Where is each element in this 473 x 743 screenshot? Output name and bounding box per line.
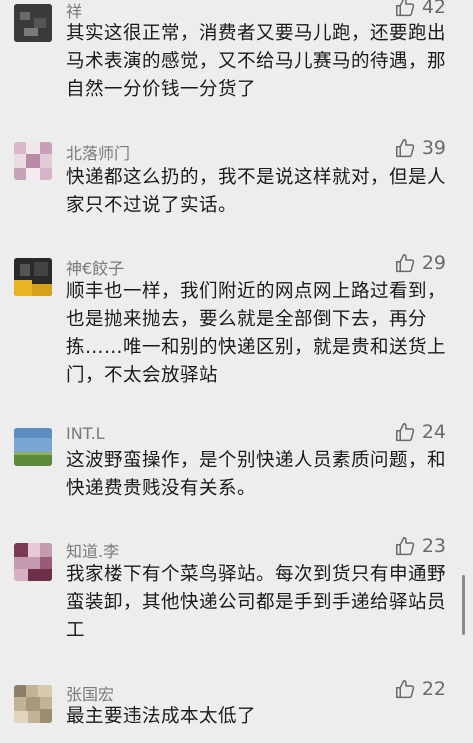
like-count: 39 [421, 137, 446, 159]
username[interactable]: 神€餃子 [66, 255, 124, 279]
thumbs-up-icon [395, 679, 415, 698]
thumbs-up-icon [395, 253, 415, 272]
avatar[interactable] [14, 543, 52, 581]
avatar[interactable] [14, 258, 52, 296]
avatar[interactable] [14, 428, 52, 466]
thumbs-up-icon [395, 0, 415, 16]
like-count: 22 [421, 678, 446, 700]
username[interactable]: 张国宏 [66, 681, 114, 705]
comment-text: 最主要违法成本太低了 [66, 706, 257, 727]
thumbs-up-icon [395, 536, 415, 555]
comment-text: 其实这很正常，消费者又要马儿跑，还要跑出马术表演的感觉，又不给马儿赛马的待遇，那… [66, 23, 447, 100]
like-button[interactable]: 24 [395, 421, 446, 443]
like-count: 29 [421, 252, 446, 274]
comment-text: 顺丰也一样，我们附近的网点网上路过看到，也是抛来抛去，要么就是全部倒下去，再分拣… [66, 281, 447, 386]
comment-text: 快递都这么扔的，我不是说这样就对，但是人家只不过说了实话。 [66, 167, 447, 216]
like-count: 24 [421, 421, 446, 443]
like-button[interactable]: 42 [395, 0, 446, 18]
thumbs-up-icon [395, 422, 415, 441]
username[interactable]: INT.L [66, 424, 105, 443]
username[interactable]: 北落师门 [66, 140, 130, 164]
avatar[interactable] [14, 142, 52, 180]
like-button[interactable]: 39 [395, 137, 446, 159]
scrollbar[interactable] [462, 575, 465, 635]
avatar[interactable] [14, 4, 52, 42]
like-button[interactable]: 23 [395, 535, 446, 557]
comment-text: 这波野蛮操作，是个别快递人员素质问题，和快递费贵贱没有关系。 [66, 450, 447, 499]
comment-text: 我家楼下有个菜鸟驿站。每次到货只有申通野蛮装卸，其他快递公司都是手到手递给驿站员… [66, 564, 447, 641]
avatar[interactable] [14, 685, 52, 723]
like-button[interactable]: 29 [395, 252, 446, 274]
username[interactable]: 祥 [66, 0, 82, 22]
like-count: 23 [421, 535, 446, 557]
like-button[interactable]: 22 [395, 678, 446, 700]
like-count: 42 [421, 0, 446, 18]
thumbs-up-icon [395, 138, 415, 157]
username[interactable]: 知道.李 [66, 538, 119, 562]
